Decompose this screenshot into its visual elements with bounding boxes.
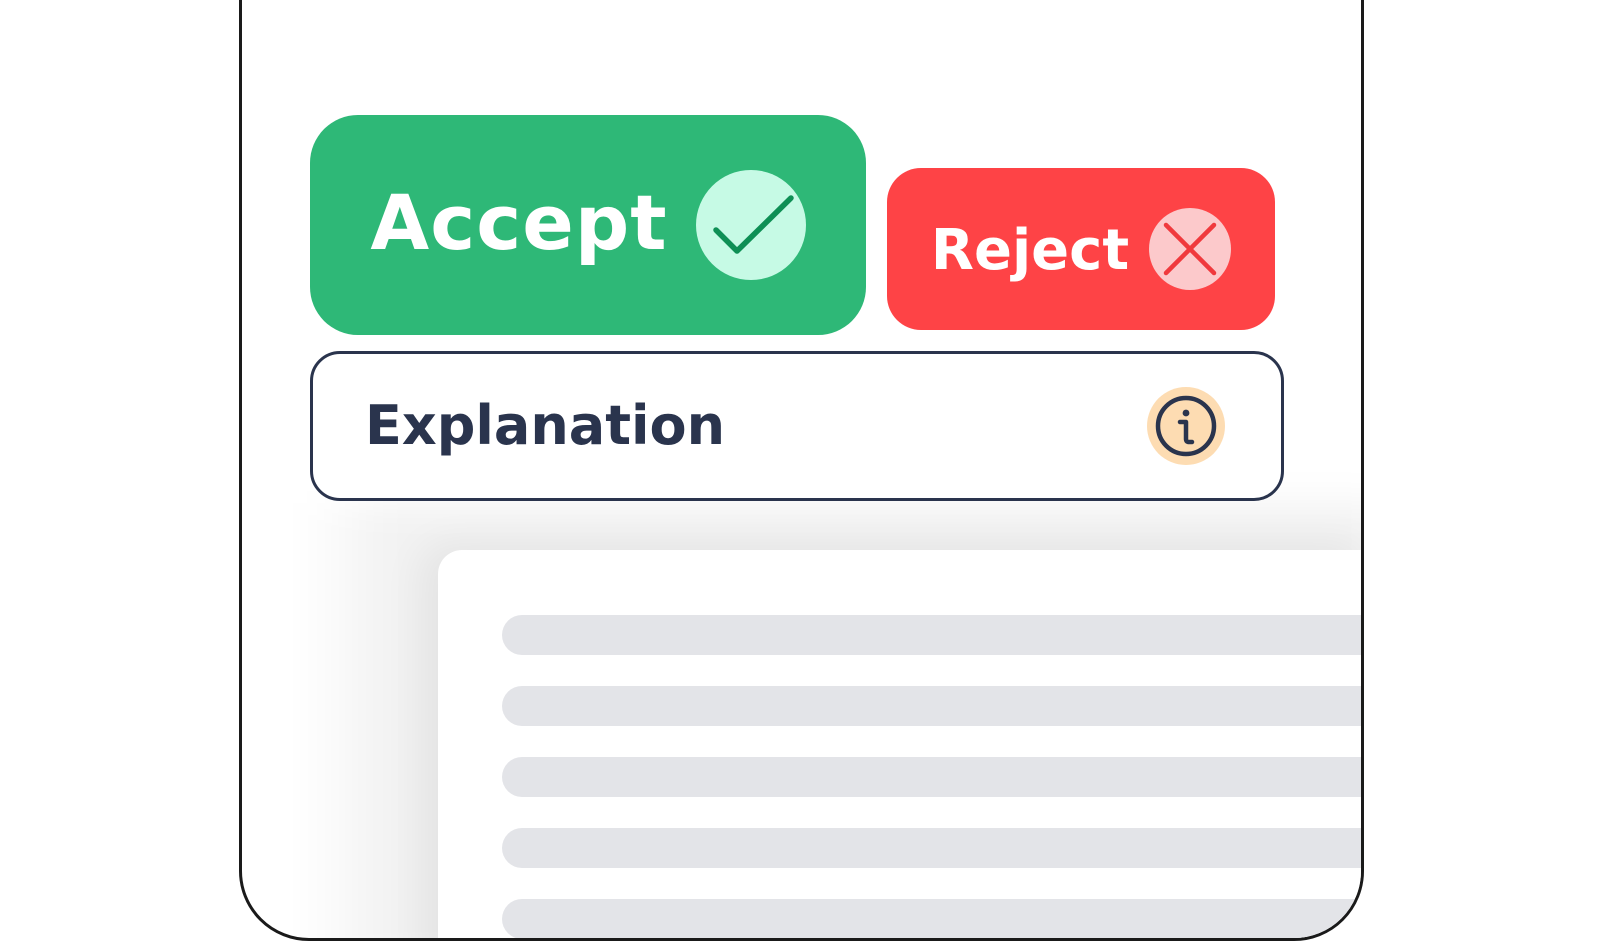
explanation-field[interactable]: Explanation [310,351,1284,501]
explanation-label: Explanation [365,393,726,457]
document-text-line [502,899,1361,938]
accept-button-label: Accept [370,177,668,267]
accept-button[interactable]: Accept [310,115,866,335]
checkmark-icon [695,170,806,280]
device-frame: Accept Reject Explanation [239,0,1364,941]
close-icon [1149,208,1232,290]
info-icon[interactable] [1147,387,1225,465]
document-preview [438,550,1361,938]
reject-button-label: Reject [930,217,1130,283]
reject-button[interactable]: Reject [887,168,1275,330]
document-text-line [502,757,1361,797]
document-text-line [502,828,1361,868]
document-text-line [502,615,1361,655]
document-text-line [502,686,1361,726]
